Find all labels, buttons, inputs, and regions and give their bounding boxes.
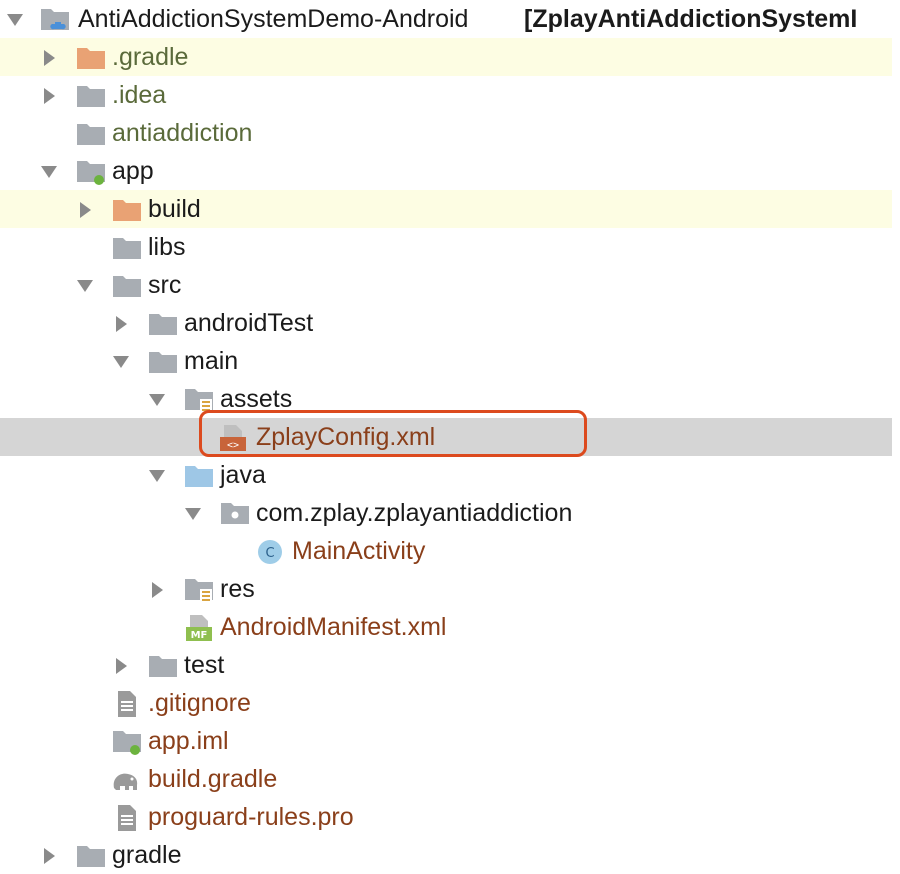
tree-label: app xyxy=(112,157,154,185)
tree-label: androidTest xyxy=(184,309,314,337)
svg-text:MF: MF xyxy=(191,630,208,641)
tree-row-java[interactable]: java xyxy=(0,456,892,494)
tree-row-idea[interactable]: .idea xyxy=(0,76,892,114)
project-tree: AntiAddictionSystemDemo-Android [ZplayAn… xyxy=(0,0,900,869)
tree-label: MainActivity xyxy=(292,537,426,565)
tree-label: gradle xyxy=(112,841,182,869)
collapse-arrow-icon[interactable] xyxy=(112,353,130,371)
source-folder-icon xyxy=(184,462,214,490)
root-module-name: [ZplayAntiAddictionSystemI xyxy=(524,5,858,33)
tree-label: build xyxy=(148,195,201,223)
excluded-folder-icon xyxy=(112,196,142,224)
gradle-elephant-icon xyxy=(113,773,138,790)
tree-row-build-gradle[interactable]: build.gradle xyxy=(0,760,892,798)
collapse-arrow-icon[interactable] xyxy=(76,277,94,295)
expand-arrow-icon[interactable] xyxy=(40,847,58,865)
tree-label: app.iml xyxy=(148,727,229,755)
tree-label: res xyxy=(220,575,255,603)
tree-row-gradle[interactable]: gradle xyxy=(0,836,892,874)
tree-label: .idea xyxy=(112,81,167,109)
folder-icon xyxy=(76,120,106,148)
tree-row-src[interactable]: src xyxy=(0,266,892,304)
collapse-arrow-icon[interactable] xyxy=(40,163,58,181)
folder-icon xyxy=(112,234,142,262)
tree-row-app-iml[interactable]: app.iml xyxy=(0,722,892,760)
folder-icon xyxy=(76,842,106,870)
text-file-icon xyxy=(118,691,136,717)
text-file-icon xyxy=(118,805,136,831)
tree-row-gradle-hidden[interactable]: .gradle xyxy=(0,38,892,76)
android-module-folder-icon xyxy=(77,161,105,185)
highlight-annotation xyxy=(199,410,587,457)
resources-folder-icon xyxy=(185,579,213,602)
expand-arrow-icon[interactable] xyxy=(148,581,166,599)
tree-row-root[interactable]: AntiAddictionSystemDemo-Android [ZplayAn… xyxy=(0,0,892,38)
svg-text:C: C xyxy=(265,546,274,561)
tree-label: java xyxy=(220,461,266,489)
tree-label: AndroidManifest.xml xyxy=(220,613,447,641)
tree-label: test xyxy=(184,651,225,679)
folder-icon xyxy=(148,348,178,376)
class-icon: C xyxy=(258,540,282,564)
collapse-arrow-icon[interactable] xyxy=(148,391,166,409)
tree-row-mainactivity[interactable]: C MainActivity xyxy=(0,532,892,570)
tree-row-test[interactable]: test xyxy=(0,646,892,684)
expand-arrow-icon[interactable] xyxy=(112,657,130,675)
tree-label: antiaddiction xyxy=(112,119,253,147)
tree-label: libs xyxy=(148,233,186,261)
tree-row-main[interactable]: main xyxy=(0,342,892,380)
tree-row-libs[interactable]: libs xyxy=(0,228,892,266)
tree-row-build[interactable]: build xyxy=(0,190,892,228)
package-folder-icon xyxy=(221,503,249,524)
tree-label: com.zplay.zplayantiaddiction xyxy=(256,499,573,527)
tree-row-manifest[interactable]: MF AndroidManifest.xml xyxy=(0,608,892,646)
expand-arrow-icon[interactable] xyxy=(40,87,58,105)
collapse-arrow-icon[interactable] xyxy=(184,505,202,523)
tree-row-package[interactable]: com.zplay.zplayantiaddiction xyxy=(0,494,892,532)
tree-label: proguard-rules.pro xyxy=(148,803,354,831)
folder-icon xyxy=(76,82,106,110)
tree-label: .gitignore xyxy=(148,689,251,717)
module-file-icon xyxy=(113,731,141,755)
root-project-name: AntiAddictionSystemDemo-Android xyxy=(78,5,469,33)
folder-icon xyxy=(148,652,178,680)
tree-row-gitignore[interactable]: .gitignore xyxy=(0,684,892,722)
expand-arrow-icon[interactable] xyxy=(76,201,94,219)
tree-row-antiaddiction[interactable]: antiaddiction xyxy=(0,114,892,152)
collapse-arrow-icon[interactable] xyxy=(6,11,24,29)
tree-row-androidtest[interactable]: androidTest xyxy=(0,304,892,342)
folder-icon xyxy=(112,272,142,300)
manifest-file-icon: MF xyxy=(186,615,212,641)
expand-arrow-icon[interactable] xyxy=(112,315,130,333)
module-folder-icon xyxy=(41,9,69,30)
tree-row-app[interactable]: app xyxy=(0,152,892,190)
collapse-arrow-icon[interactable] xyxy=(148,467,166,485)
tree-label: .gradle xyxy=(112,43,189,71)
tree-row-res[interactable]: res xyxy=(0,570,892,608)
tree-label: src xyxy=(148,271,182,299)
folder-icon xyxy=(148,310,178,338)
tree-label: main xyxy=(184,347,239,375)
tree-label: build.gradle xyxy=(148,765,278,793)
excluded-folder-icon xyxy=(76,44,106,72)
tree-row-proguard[interactable]: proguard-rules.pro xyxy=(0,798,892,836)
expand-arrow-icon[interactable] xyxy=(40,49,58,67)
